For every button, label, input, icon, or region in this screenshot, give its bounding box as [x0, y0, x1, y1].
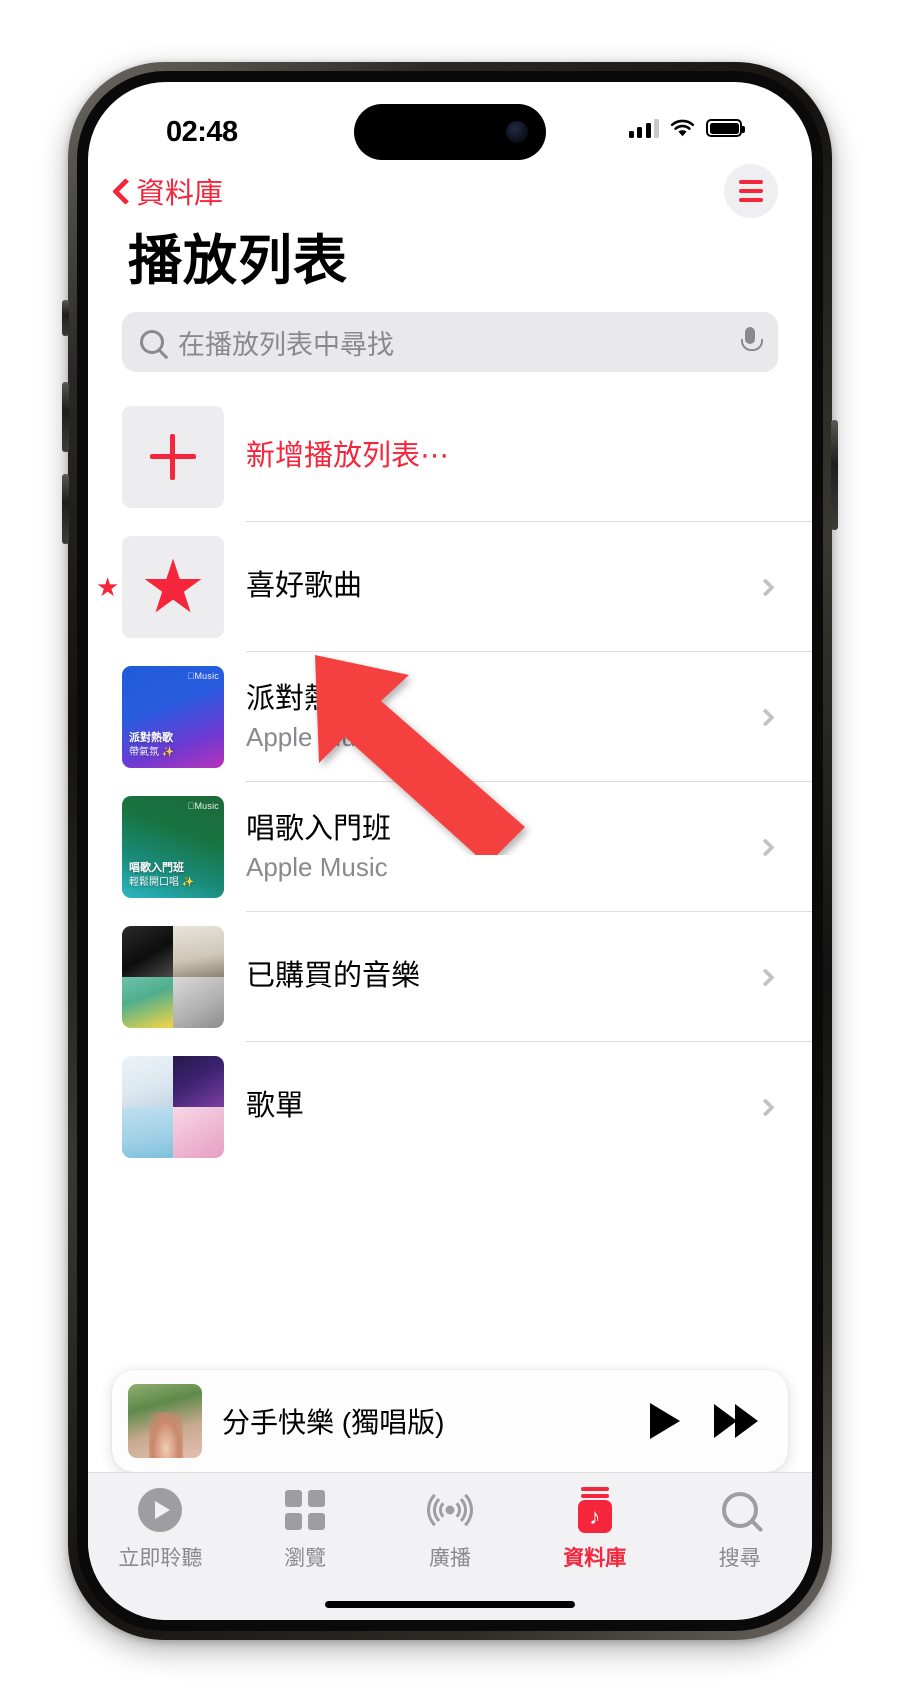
list-item-purchased-music[interactable]: 已購買的音樂 [122, 912, 812, 1043]
back-button-label: 資料庫 [136, 178, 224, 210]
mini-player-controls [650, 1403, 758, 1439]
list-item-title: 歌單 [246, 1090, 305, 1123]
home-indicator[interactable] [325, 1601, 575, 1608]
mini-player[interactable]: 分手快樂 (獨唱版) [112, 1370, 788, 1472]
list-item-text: 喜好歌曲 [246, 568, 737, 606]
filter-sort-icon-line-2 [739, 189, 763, 193]
list-item-text: 新增播放列表⋯ [246, 438, 778, 476]
filter-sort-button[interactable] [724, 164, 778, 218]
playlist-list: 新增播放列表⋯ ★ ★ 喜好歌曲 Music 派對熱歌 帶氣氛 ✨ [88, 392, 812, 1172]
battery-icon [706, 119, 745, 137]
purchased-music-thumbnail [122, 926, 224, 1029]
chevron-right-icon [756, 967, 775, 987]
list-item-text: 派對熱歌 Apple Music [246, 681, 737, 754]
tab-label: 廣播 [428, 1547, 471, 1570]
library-icon: ♪ [575, 1487, 615, 1533]
power-button[interactable] [831, 420, 838, 530]
list-item-title: 唱歌入門班 [246, 812, 392, 845]
list-item-singing-class[interactable]: Music 唱歌入門班 輕鬆開口唱 ✨ 唱歌入門班 Apple Music [122, 782, 812, 913]
chevron-right-icon [756, 837, 775, 857]
radio-broadcast-icon [426, 1487, 473, 1533]
album-mosaic [122, 926, 224, 1029]
tab-label: 搜尋 [718, 1547, 761, 1570]
back-button[interactable]: 資料庫 [114, 170, 223, 212]
plus-icon [150, 434, 196, 481]
chevron-right-icon [756, 707, 775, 727]
tab-search[interactable]: 搜尋 [667, 1487, 812, 1620]
status-time: 02:48 [166, 116, 238, 148]
list-item-text: 已購買的音樂 [246, 958, 737, 996]
now-playing-title: 分手快樂 (獨唱版) [222, 1407, 445, 1438]
wifi-icon [670, 119, 695, 138]
chevron-right-icon [756, 1097, 775, 1117]
artwork-label: 派對熱歌 帶氣氛 ✨ [129, 731, 175, 758]
list-item-text: 歌單 [246, 1088, 737, 1126]
now-playing-artwork [128, 1384, 202, 1458]
tab-label: 瀏覽 [284, 1547, 327, 1570]
silent-switch-button[interactable] [62, 300, 69, 336]
front-camera-icon [506, 121, 528, 143]
artwork-sublabel: 輕鬆開口唱 ✨ [129, 876, 195, 888]
search-icon [721, 1487, 758, 1533]
add-playlist-thumbnail [122, 406, 224, 509]
edge-star-icon: ★ [96, 572, 120, 603]
artwork-label: 唱歌入門班 輕鬆開口唱 ✨ [129, 861, 195, 888]
search-icon [140, 330, 164, 355]
list-item-party-hits[interactable]: Music 派對熱歌 帶氣氛 ✨ 派對熱歌 Apple Music [122, 652, 812, 783]
microphone-icon[interactable] [740, 327, 763, 357]
list-item-text: 唱歌入門班 Apple Music [246, 811, 737, 884]
apple-music-badge: Music [188, 671, 219, 682]
apple-music-badge: Music [188, 801, 219, 812]
favorite-songs-thumbnail: ★ [122, 536, 224, 639]
battery-fill [709, 122, 739, 134]
volume-up-button[interactable] [62, 382, 69, 452]
party-hits-thumbnail: Music 派對熱歌 帶氣氛 ✨ [122, 666, 224, 769]
play-icon[interactable] [650, 1403, 680, 1439]
list-item-title: 喜好歌曲 [246, 570, 363, 603]
chevron-left-icon [114, 179, 128, 203]
songlist-thumbnail [122, 1056, 224, 1159]
album-mosaic [122, 1056, 224, 1159]
search-input[interactable]: 在播放列表中尋找 [178, 323, 726, 362]
cellular-signal-icon [628, 118, 659, 138]
star-icon: ★ [139, 545, 207, 629]
list-item-favorite-songs[interactable]: ★ ★ 喜好歌曲 [96, 522, 812, 653]
artwork-sublabel: 帶氣氛 ✨ [129, 746, 175, 758]
tab-listen-now[interactable]: 立即聆聽 [88, 1487, 233, 1620]
tab-label: 資料庫 [563, 1547, 627, 1570]
tab-bar: 立即聆聽 瀏覽 廣播 ♪ 資料庫 搜尋 [88, 1472, 812, 1620]
status-bar: 02:48 [88, 82, 812, 160]
dynamic-island [354, 104, 546, 160]
filter-sort-icon-line-1 [739, 180, 763, 184]
filter-sort-icon-line-3 [739, 198, 763, 202]
chevron-right-icon [756, 577, 775, 597]
list-item-new-playlist[interactable]: 新增播放列表⋯ [122, 392, 812, 523]
mini-player-zone: 分手快樂 (獨唱版) [88, 1370, 812, 1472]
list-item-title: 已購買的音樂 [246, 960, 421, 993]
status-indicators [628, 118, 745, 138]
fast-forward-icon[interactable] [714, 1404, 758, 1438]
list-item-songlist[interactable]: 歌單 [122, 1042, 812, 1172]
list-item-subtitle: Apple Music [246, 722, 388, 753]
phone-screen: 02:48 資料庫 播放列表 在播放列表中尋找 新增播放列表⋯ ★ ★ 喜好歌曲… [88, 82, 812, 1620]
volume-down-button[interactable] [62, 474, 69, 544]
tab-label: 立即聆聽 [118, 1547, 203, 1570]
list-item-subtitle: Apple Music [246, 852, 388, 883]
search-field[interactable]: 在播放列表中尋找 [122, 312, 778, 373]
navigation-bar: 資料庫 [88, 156, 812, 226]
search-section: 在播放列表中尋找 [88, 308, 812, 392]
browse-grid-icon [285, 1487, 326, 1533]
singing-class-thumbnail: Music 唱歌入門班 輕鬆開口唱 ✨ [122, 796, 224, 899]
listen-now-icon [138, 1487, 183, 1533]
list-item-title: 新增播放列表⋯ [246, 440, 450, 473]
list-item-title: 派對熱歌 [246, 682, 363, 715]
page-title: 播放列表 [128, 231, 348, 291]
